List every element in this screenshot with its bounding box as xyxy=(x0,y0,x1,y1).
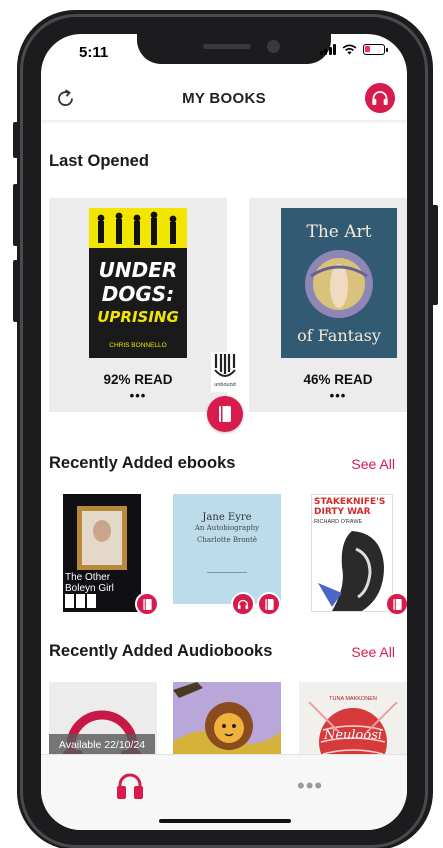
cover-series-tabs xyxy=(65,594,97,608)
phone-screen: 5:11 MY BOOKS Last Opened UNDER DOGS: UP… xyxy=(41,34,407,830)
see-all-audiobooks-link[interactable]: See All xyxy=(351,644,395,660)
book-icon xyxy=(219,406,231,422)
front-camera xyxy=(267,40,280,53)
book-icon xyxy=(392,598,402,610)
ebook-button[interactable] xyxy=(135,592,159,616)
cover-title-line-2: of Fantasy xyxy=(297,326,381,345)
read-progress: 46% READ xyxy=(303,372,373,387)
publisher-logo: unbound xyxy=(211,352,239,392)
signal-icon xyxy=(319,44,336,55)
battery-icon xyxy=(363,44,388,55)
more-options-button[interactable]: ••• xyxy=(249,388,407,403)
book-cover-art-of-fantasy[interactable]: The Art of Fantasy xyxy=(281,208,397,358)
cover-portrait xyxy=(312,527,392,611)
read-progress: 92% READ xyxy=(103,372,173,387)
cover-illustration xyxy=(305,250,373,318)
see-all-ebooks-link[interactable]: See All xyxy=(351,456,395,472)
cover-title-line-3: UPRISING xyxy=(97,308,179,326)
section-title-ebooks: Recently Added ebooks xyxy=(49,454,236,472)
book-icon xyxy=(142,598,152,610)
headphones-icon xyxy=(372,91,388,105)
section-title-audiobooks: Recently Added Audiobooks xyxy=(49,642,273,660)
notch xyxy=(137,34,331,64)
ebook-button[interactable] xyxy=(385,592,407,616)
ebook-cover-jane-eyre[interactable]: Jane Eyre An Autobiography Charlotte Bro… xyxy=(173,494,281,604)
cover-author: RICHARD O'RAWE xyxy=(314,519,363,525)
book-cover-underdogs[interactable]: UNDER DOGS: UPRISING CHRIS BONNELLO xyxy=(89,208,187,358)
cover-title: STAKEKNIFE'S DIRTY WAR xyxy=(314,497,386,517)
availability-label: Available 22/10/24 xyxy=(49,734,155,756)
app-header: MY BOOKS xyxy=(41,76,407,122)
tab-more[interactable]: ••• xyxy=(297,773,323,799)
publisher-logo-mark xyxy=(214,354,236,377)
wifi-icon xyxy=(342,44,357,55)
audiobook-button[interactable] xyxy=(231,592,255,616)
silhouettes-art xyxy=(97,211,177,245)
publisher-name: unbound xyxy=(214,382,236,388)
page-title: MY BOOKS xyxy=(182,90,266,107)
ebook-button[interactable] xyxy=(207,396,243,432)
cover-author: Charlotte Brontë xyxy=(197,536,257,544)
header-divider xyxy=(41,120,407,124)
cover-title: Neuloosi xyxy=(323,728,383,743)
speaker-grille xyxy=(203,44,251,49)
book-icon xyxy=(264,598,274,610)
section-title-last-opened: Last Opened xyxy=(49,152,149,170)
last-opened-card[interactable]: The Art of Fantasy 46% READ ••• xyxy=(249,198,407,412)
cover-portrait xyxy=(93,520,111,542)
ebook-cover-stakeknife[interactable]: STAKEKNIFE'S DIRTY WAR RICHARD O'RAWE xyxy=(311,494,393,612)
headphones-icon xyxy=(237,599,249,609)
cover-subtitle: An Autobiography xyxy=(194,524,260,532)
app-canvas: 5:11 MY BOOKS Last Opened UNDER DOGS: UP… xyxy=(0,0,443,848)
bottom-tab-bar: ••• xyxy=(41,754,407,830)
last-opened-card[interactable]: UNDER DOGS: UPRISING CHRIS BONNELLO 92% … xyxy=(49,198,227,412)
cover-title-line-1: UNDER xyxy=(98,258,178,282)
status-time: 5:11 xyxy=(79,44,109,61)
more-options-button[interactable]: ••• xyxy=(49,388,227,403)
cover-author: CHRIS BONNELLO xyxy=(109,342,167,349)
status-icons xyxy=(319,44,388,55)
cover-title: The Other Boleyn Girl xyxy=(65,572,114,594)
tab-audiobooks[interactable] xyxy=(113,769,147,803)
cover-rule xyxy=(207,572,247,573)
ebook-button[interactable] xyxy=(257,592,281,616)
ebook-cover-other-boleyn-girl[interactable]: The Other Boleyn Girl xyxy=(63,494,141,612)
cover-title: Jane Eyre xyxy=(202,512,252,523)
home-indicator xyxy=(159,819,291,823)
cover-dark-panel: UNDER DOGS: UPRISING CHRIS BONNELLO xyxy=(89,248,187,358)
audiobooks-button[interactable] xyxy=(365,83,395,113)
cover-title-line-2: DOGS: xyxy=(101,282,175,306)
cover-title-line-1: The Art xyxy=(306,222,372,242)
